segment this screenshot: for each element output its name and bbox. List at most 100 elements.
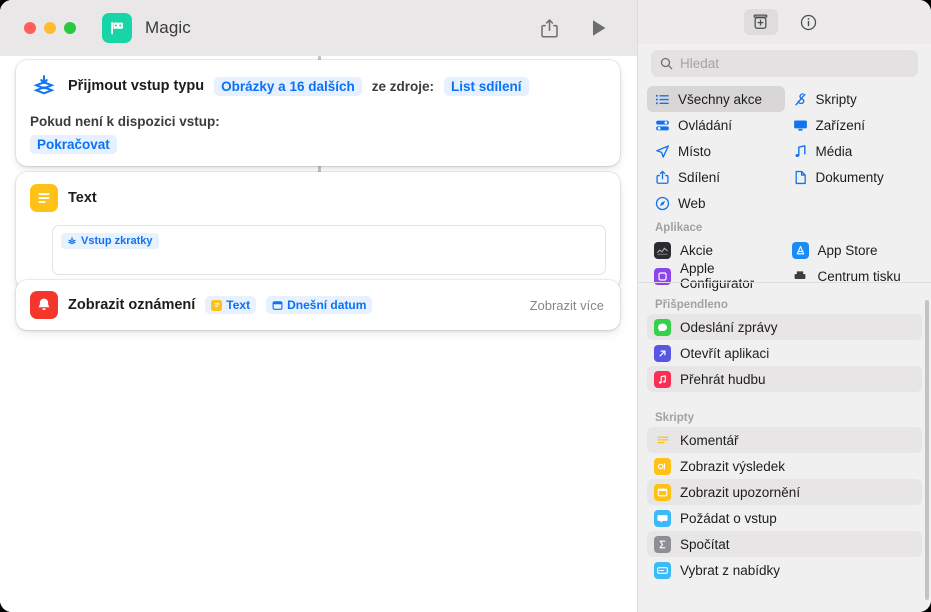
action-title: Text <box>68 190 97 206</box>
documents-icon <box>792 169 809 186</box>
location-icon <box>654 143 671 160</box>
action-card-text[interactable]: Text Vstup zkratky <box>16 172 620 289</box>
category-scripts[interactable]: Skripty <box>785 86 923 112</box>
open-app-icon <box>654 344 671 362</box>
info-button[interactable] <box>792 9 826 35</box>
stocks-app-icon <box>654 241 671 259</box>
list-item-label: Odeslání zprávy <box>680 319 778 335</box>
flag-glyph-icon <box>111 22 123 35</box>
pinned-section: Přišpendleno Odeslání zprávy Otevřít apl… <box>638 293 931 392</box>
music-icon <box>654 370 671 388</box>
action-card-notification[interactable]: Zobrazit oznámení Text Dnešní datum Zobr… <box>16 280 620 330</box>
list-item[interactable]: App Store <box>785 237 923 263</box>
list-item-open-app[interactable]: Otevřít aplikaci <box>647 340 922 366</box>
info-icon <box>800 14 817 30</box>
list-item-show-alert[interactable]: Zobrazit upozornění <box>647 479 922 505</box>
list-item-label: App Store <box>817 242 878 258</box>
sidebar-toolbar <box>638 0 931 44</box>
fallback-label: Pokud není k dispozici vstup: <box>30 114 220 129</box>
play-icon <box>593 20 606 36</box>
web-icon <box>654 195 671 212</box>
list-item[interactable]: Akcie <box>647 237 785 263</box>
minimize-button[interactable] <box>44 22 56 34</box>
category-label: Média <box>815 143 853 159</box>
search-field[interactable]: Hledat <box>651 50 918 77</box>
fallback-pill[interactable]: Pokračovat <box>30 135 117 154</box>
list-item-label: Zobrazit upozornění <box>680 484 801 500</box>
category-web[interactable]: Web <box>647 190 785 216</box>
shortcut-icon[interactable] <box>102 13 132 43</box>
category-label: Web <box>678 195 706 211</box>
source-label: ze zdroje: <box>371 78 434 94</box>
list-item-show-result[interactable]: Zobrazit výsledek <box>647 453 922 479</box>
apps-section: Akcie App Store Apple Configurator Centr… <box>638 237 931 293</box>
category-sharing[interactable]: Sdílení <box>647 164 785 190</box>
action-library-sidebar: Hledat Všechny akce Skripty Ovládání Zař… <box>637 0 931 612</box>
text-chip-icon <box>211 299 223 311</box>
list-item-count[interactable]: Spočítat <box>647 531 922 557</box>
search-icon <box>660 57 673 70</box>
traffic-lights[interactable] <box>24 22 76 34</box>
text-icon <box>30 184 58 212</box>
category-devices[interactable]: Zařízení <box>785 112 923 138</box>
category-media[interactable]: Média <box>785 138 923 164</box>
section-header-apps: Aplikace <box>655 222 703 234</box>
share-button[interactable] <box>537 16 561 40</box>
list-item-choose-menu[interactable]: Vybrat z nabídky <box>647 557 922 583</box>
list-item-send-message[interactable]: Odeslání zprávy <box>647 314 922 340</box>
share-icon <box>540 18 558 37</box>
action-header: Text <box>16 172 620 212</box>
category-documents[interactable]: Dokumenty <box>785 164 923 190</box>
input-types-pill[interactable]: Obrázky a 16 dalších <box>214 76 362 96</box>
category-grid: Všechny akce Skripty Ovládání Zařízení M… <box>647 86 922 216</box>
script-icon <box>792 91 809 108</box>
calendar-chip-icon <box>272 300 283 311</box>
receive-input-icon <box>30 72 58 100</box>
list-item-label: Spočítat <box>680 536 730 552</box>
category-location[interactable]: Místo <box>647 138 785 164</box>
shortcuts-window: Magic Přijmout vstup typu Obrázky a 16 d… <box>0 0 931 612</box>
list-item-ask-input[interactable]: Požádat o vstup <box>647 505 922 531</box>
chip-date[interactable]: Dnešní datum <box>266 296 373 314</box>
choose-menu-icon <box>654 561 671 579</box>
action-card-receive-input[interactable]: Přijmout vstup typu Obrázky a 16 dalších… <box>16 60 620 166</box>
list-item[interactable]: Apple Configurator <box>647 261 785 291</box>
text-lines-glyph-icon <box>38 193 50 203</box>
category-label: Ovládání <box>678 117 733 133</box>
list-item-comment[interactable]: Komentář <box>647 427 922 453</box>
list-item-label: Otevřít aplikaci <box>680 345 770 361</box>
token-label: Vstup zkratky <box>81 235 153 247</box>
scripts-section: Skripty Komentář Zobrazit výsledek Zobra… <box>638 406 931 583</box>
action-header: Přijmout vstup typu Obrázky a 16 dalších… <box>30 72 606 100</box>
text-input-field[interactable]: Vstup zkratky <box>52 225 606 275</box>
text-lines-mini-icon <box>214 302 220 308</box>
list-item-play-music[interactable]: Přehrát hudbu <box>647 366 922 392</box>
category-all-actions[interactable]: Všechny akce <box>647 86 785 112</box>
list-item-label: Zobrazit výsledek <box>680 458 786 474</box>
list-item-label: Akcie <box>680 242 714 258</box>
calendar-mini-icon <box>272 300 283 310</box>
sidebar-scrollbar[interactable] <box>925 300 929 600</box>
close-button[interactable] <box>24 22 36 34</box>
shortcut-input-token[interactable]: Vstup zkratky <box>61 233 159 249</box>
run-button[interactable] <box>587 16 611 40</box>
input-source-pill[interactable]: List sdílení <box>444 76 529 96</box>
share-icon <box>654 169 671 186</box>
zoom-button[interactable] <box>64 22 76 34</box>
title-bar-actions <box>537 16 621 40</box>
list-item-label: Apple Configurator <box>680 261 755 291</box>
device-icon <box>792 117 809 134</box>
action-library-button[interactable] <box>743 9 778 35</box>
magic-variable-icon <box>67 236 77 245</box>
category-controls[interactable]: Ovládání <box>647 112 785 138</box>
show-alert-icon <box>654 483 671 501</box>
list-item[interactable]: Centrum tisku <box>785 263 923 289</box>
count-icon <box>654 535 671 553</box>
section-header-scripts: Skripty <box>655 412 694 424</box>
media-icon <box>792 143 809 160</box>
list-item-label: Komentář <box>680 432 739 448</box>
category-label: Dokumenty <box>815 169 884 185</box>
action-header: Zobrazit oznámení Text Dnešní datum Zobr… <box>30 291 604 319</box>
chip-text[interactable]: Text <box>205 296 257 314</box>
show-more-button[interactable]: Zobrazit více <box>530 298 604 313</box>
